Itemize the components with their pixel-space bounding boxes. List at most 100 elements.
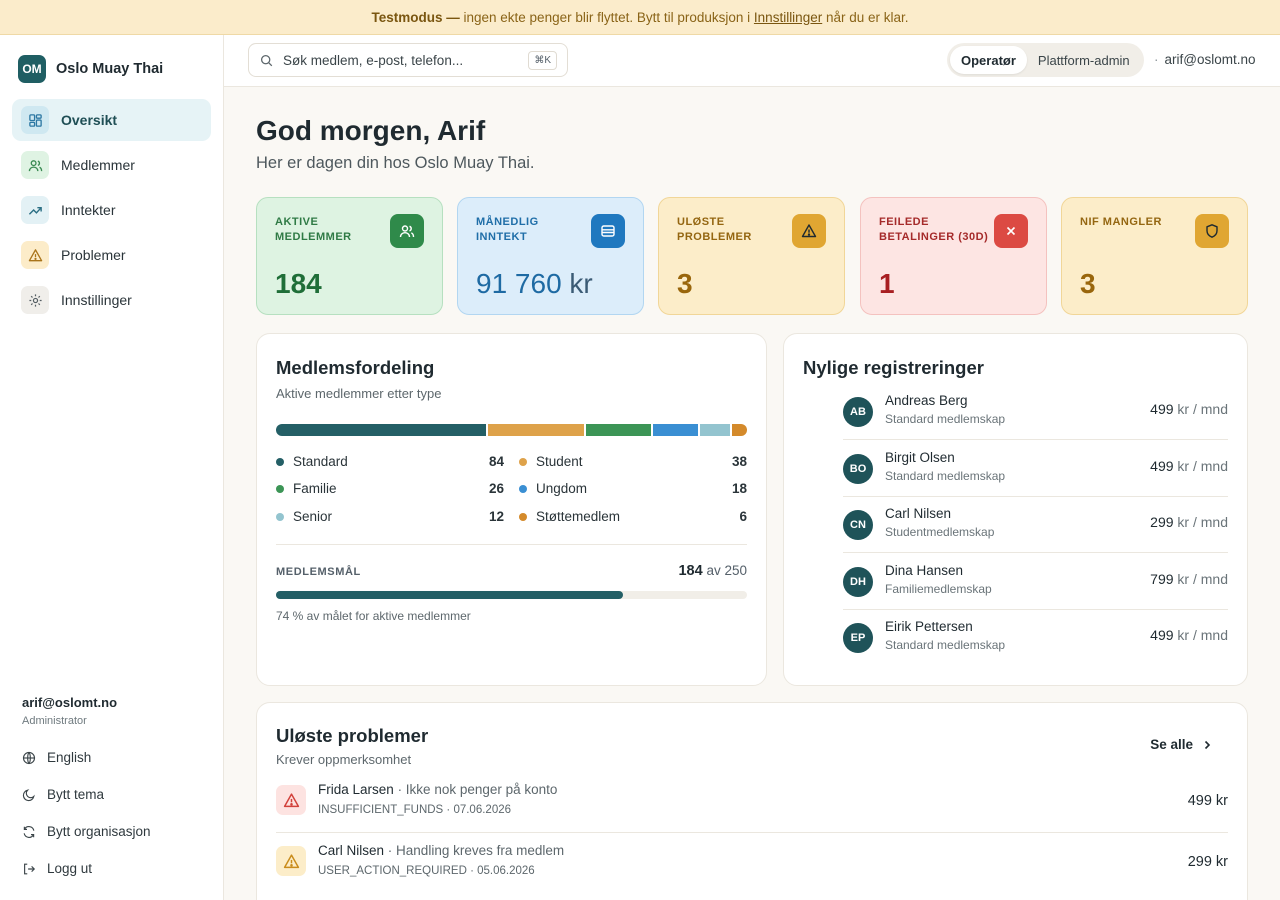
- member-price: 499 kr / mnd: [1150, 627, 1228, 643]
- distribution-bar: [276, 424, 747, 436]
- price-unit: kr / mnd: [1177, 514, 1228, 530]
- price-amount: 499: [1150, 458, 1174, 474]
- stat-card-nif-missing[interactable]: NIF mangler 3: [1061, 197, 1248, 315]
- sidebar-user-role: Administrator: [22, 715, 87, 727]
- sidebar-item-medlemmer[interactable]: Medlemmer: [12, 144, 211, 186]
- goal-progress-fill: [276, 591, 623, 599]
- goal-label-text: Medlemsmål: [276, 566, 361, 578]
- logout-link[interactable]: Logg ut: [22, 850, 151, 887]
- registration-row[interactable]: CN Carl Nilsen Studentmedlemskap 299 kr …: [843, 497, 1228, 553]
- sidebar-item-label: Inntekter: [61, 202, 116, 218]
- recent-registrations-card: Nylige registreringer AB Andreas Berg St…: [783, 333, 1248, 686]
- member-name: Dina Hansen: [885, 563, 964, 578]
- banner-strong: Testmodus —: [371, 9, 460, 25]
- sidebar-item-inntekter[interactable]: Inntekter: [12, 189, 211, 231]
- legend-item-student: Student 38: [519, 454, 747, 469]
- legend-swatch: [276, 484, 284, 493]
- problem-amount: 499 kr: [1187, 793, 1228, 809]
- stat-card-unresolved-problems[interactable]: Uløste problemer 3: [658, 197, 845, 315]
- search-box[interactable]: ⌘K: [248, 43, 568, 77]
- mode-platform-admin-button[interactable]: Plattform-admin: [1027, 46, 1141, 74]
- topbar: ⌘K Operatør Plattform-admin · arif@oslomt…: [224, 35, 1280, 87]
- member-plan: Familiemedlemskap: [885, 582, 992, 596]
- globe-icon: [22, 751, 36, 764]
- price-unit: kr / mnd: [1177, 571, 1228, 587]
- legend-swatch: [519, 457, 527, 466]
- see-all-label: Se alle: [1150, 737, 1193, 752]
- avatar: BO: [843, 454, 873, 484]
- side-link-label: Bytt tema: [47, 787, 105, 802]
- legend-swatch: [276, 457, 284, 466]
- sidebar-item-problemer[interactable]: Problemer: [12, 234, 211, 276]
- distribution-segment-standard: [276, 424, 487, 436]
- registration-row[interactable]: DH Dina Hansen Familiemedlemskap 799 kr …: [843, 554, 1228, 610]
- side-link-label: English: [47, 750, 92, 765]
- member-plan: Standard medlemskap: [885, 412, 1006, 426]
- error-icon: [276, 785, 306, 815]
- registration-row[interactable]: BO Birgit Olsen Standard medlemskap 499 …: [843, 441, 1228, 497]
- problem-code: INSUFFICIENT_FUNDS · 07.06.2026: [318, 804, 512, 816]
- shield-icon: [1195, 214, 1229, 248]
- card-title: Uløste problemer: [276, 725, 429, 746]
- problem-issue: · Handling kreves fra medlem: [387, 843, 565, 858]
- stat-value: 91 760 kr: [476, 268, 593, 300]
- avatar: CN: [843, 510, 873, 540]
- theme-link[interactable]: Bytt tema: [22, 776, 151, 813]
- users-icon: [390, 214, 424, 248]
- sidebar-user-email: arif@oslomt.no: [22, 695, 118, 710]
- sidebar-links: English Bytt tema Bytt organisasjon Logg…: [22, 739, 151, 887]
- search-icon: [260, 54, 273, 66]
- legend-count: 84: [488, 454, 504, 469]
- member-name: Andreas Berg: [885, 393, 968, 408]
- distribution-segment-student: [488, 424, 584, 436]
- sidebar-item-oversikt[interactable]: Oversikt: [12, 99, 211, 141]
- topbar-user[interactable]: · arif@oslomt.no: [1154, 52, 1256, 67]
- language-link[interactable]: English: [22, 739, 151, 776]
- price-amount: 499: [1150, 627, 1174, 643]
- legend-label: Familie: [293, 481, 337, 496]
- stat-card-active-members[interactable]: Aktive medlemmer 184: [256, 197, 443, 315]
- legend-label: Støttemedlem: [536, 509, 621, 524]
- divider: [276, 544, 747, 545]
- switch-org-link[interactable]: Bytt organisasjon: [22, 813, 151, 850]
- goal-target: av 250: [706, 563, 747, 578]
- problem-row[interactable]: Frida Larsen · Ikke nok penger på konto …: [276, 773, 1228, 833]
- registration-row[interactable]: EP Eirik Pettersen Standard medlemskap 4…: [843, 610, 1228, 666]
- distribution-segment-senior: [699, 424, 730, 436]
- legend-count: 18: [731, 481, 747, 496]
- topbar-user-email: arif@oslomt.no: [1164, 52, 1256, 67]
- brand[interactable]: OM Oslo Muay Thai: [18, 55, 163, 83]
- member-plan: Standard medlemskap: [885, 638, 1006, 652]
- warning-icon: [21, 241, 49, 269]
- problem-row[interactable]: Carl Nilsen · Handling kreves fra medlem…: [276, 834, 1228, 894]
- legend-item-familie: Familie 26: [276, 481, 504, 496]
- registration-row[interactable]: AB Andreas Berg Standard medlemskap 499 …: [843, 384, 1228, 440]
- stat-value: 3: [1080, 268, 1096, 300]
- member-distribution-card: Medlemsfordeling Aktive medlemmer etter …: [256, 333, 767, 686]
- problem-member: Frida Larsen: [318, 782, 394, 797]
- member-plan: Standard medlemskap: [885, 469, 1006, 483]
- legend-item-standard: Standard 84: [276, 454, 504, 469]
- member-price: 799 kr / mnd: [1150, 571, 1228, 587]
- mode-operator-button[interactable]: Operatør: [950, 46, 1027, 74]
- goal-note: 74 % av målet for aktive medlemmer: [276, 609, 471, 623]
- stat-number: 184: [275, 268, 322, 299]
- stat-card-failed-payments[interactable]: Feilede betalinger (30d) 1: [860, 197, 1047, 315]
- see-all-button[interactable]: Se alle: [1150, 737, 1213, 752]
- sidebar-item-innstillinger[interactable]: Innstillinger: [12, 279, 211, 321]
- stat-card-monthly-income[interactable]: Månedlig inntekt 91 760 kr: [457, 197, 644, 315]
- distribution-segment-familie: [585, 424, 651, 436]
- legend-item-senior: Senior 12: [276, 509, 504, 524]
- sidebar-nav: Oversikt Medlemmer Inntekter Problemer I…: [12, 99, 211, 324]
- search-input[interactable]: [283, 52, 513, 68]
- stat-label: Feilede betalinger (30d): [879, 216, 989, 243]
- stat-label: Uløste problemer: [677, 216, 752, 243]
- problem-member: Carl Nilsen: [318, 843, 385, 858]
- stat-value: 1: [879, 268, 895, 300]
- banner-tail: når du er klar.: [825, 9, 909, 25]
- legend-item-stottemedlem: Støttemedlem 6: [519, 509, 747, 524]
- page-subtitle: Her er dagen din hos Oslo Muay Thai.: [256, 154, 535, 172]
- warning-icon: [792, 214, 826, 248]
- unresolved-problems-card: Uløste problemer Krever oppmerksomhet Se…: [256, 702, 1248, 900]
- banner-settings-link[interactable]: Innstillinger: [754, 10, 822, 25]
